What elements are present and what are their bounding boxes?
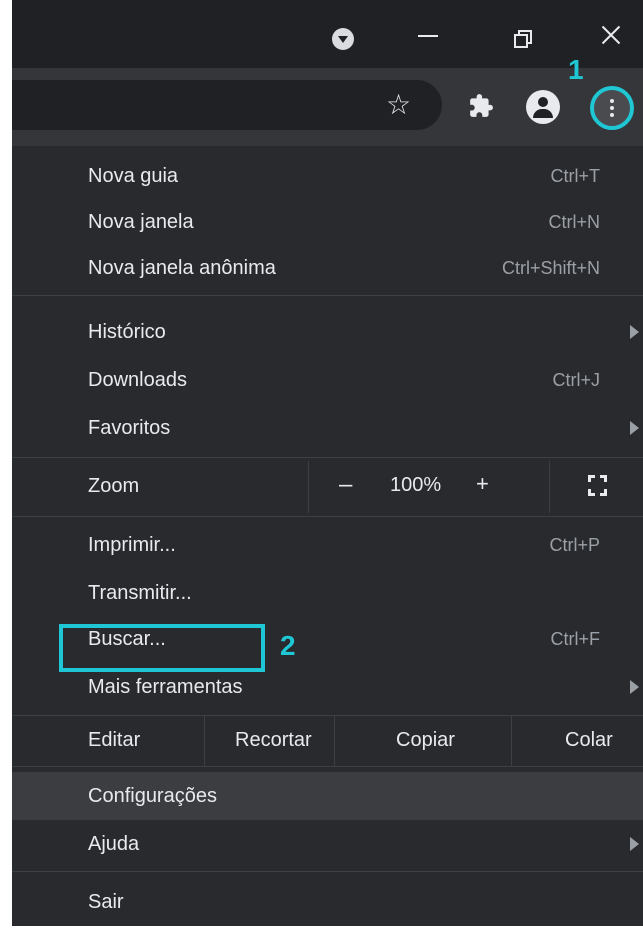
menu-item-label: Nova guia (88, 165, 179, 187)
zoom-row: Zoom – 100% + (12, 461, 643, 513)
menu-item-downloads[interactable]: Downloads Ctrl+J (12, 356, 643, 404)
menu-item-shortcut: Ctrl+F (550, 629, 601, 649)
submenu-arrow-icon (630, 325, 639, 339)
menu-item-label: Sair (88, 891, 124, 913)
close-icon[interactable] (591, 18, 631, 52)
address-bar[interactable]: ☆ (12, 80, 442, 130)
annotation-step-1: 1 (568, 54, 584, 85)
submenu-arrow-icon (630, 421, 639, 435)
copy-button[interactable]: Copiar (334, 715, 511, 767)
menu-item-favoritos[interactable]: Favoritos (12, 404, 643, 452)
edit-label: Editar (88, 729, 141, 751)
menu-item-label: Imprimir... (88, 534, 176, 556)
menu-separator (12, 766, 643, 767)
menu-item-label: Configurações (88, 785, 217, 807)
annotation-step-2: 2 (280, 630, 296, 661)
menu-item-shortcut: Ctrl+N (548, 212, 600, 232)
menu-item-shortcut: Ctrl+J (552, 370, 600, 390)
menu-item-nova-guia[interactable]: Nova guia Ctrl+T (12, 152, 643, 200)
menu-item-label: Nova janela (88, 211, 194, 233)
restore-icon[interactable] (503, 18, 543, 52)
copy-button-label: Copiar (396, 729, 455, 751)
menu-item-label: Downloads (88, 369, 187, 391)
cut-button-label: Recortar (235, 729, 312, 751)
annotation-highlight-box (59, 624, 265, 672)
extensions-puzzle-icon[interactable] (460, 85, 500, 125)
profile-icon[interactable] (526, 90, 560, 124)
submenu-arrow-icon (630, 837, 639, 851)
menu-item-label: Favoritos (88, 417, 171, 439)
menu-item-historico[interactable]: Histórico (12, 308, 643, 356)
menu-item-ajuda[interactable]: Ajuda (12, 820, 643, 868)
menu-item-imprimir[interactable]: Imprimir... Ctrl+P (12, 521, 643, 569)
menu-item-sair[interactable]: Sair (12, 878, 643, 926)
menu-separator (12, 516, 643, 517)
minimize-icon[interactable] (408, 18, 448, 52)
menu-item-nova-janela[interactable]: Nova janela Ctrl+N (12, 198, 643, 246)
paste-button-label: Colar (565, 729, 613, 751)
menu-item-transmitir[interactable]: Transmitir... (12, 569, 643, 617)
menu-item-label: Transmitir... (88, 582, 192, 604)
browser-window: ☆ 1 Nova guia Ctrl+T Nova janela Ctrl+N … (12, 0, 643, 926)
cut-button[interactable]: Recortar (204, 715, 334, 767)
submenu-arrow-icon (630, 680, 639, 694)
menu-kebab-icon[interactable] (590, 86, 634, 130)
menu-item-shortcut: Ctrl+P (549, 535, 600, 555)
menu-item-label: Mais ferramentas (88, 676, 243, 698)
screenshot-frame: ☆ 1 Nova guia Ctrl+T Nova janela Ctrl+N … (0, 0, 643, 934)
zoom-minus-label: – (339, 471, 353, 498)
menu-item-label: Nova janela anônima (88, 257, 276, 279)
menu-separator (12, 457, 643, 458)
menu-separator (12, 295, 643, 296)
tab-search-icon[interactable] (332, 28, 354, 50)
menu-separator (12, 871, 643, 872)
fullscreen-icon[interactable] (549, 461, 643, 513)
title-bar (12, 0, 643, 68)
zoom-in-button[interactable]: + (476, 471, 489, 497)
menu-item-label: Ajuda (88, 833, 140, 855)
zoom-level: 100% (390, 474, 442, 496)
edit-row: Editar Recortar Copiar Colar (12, 715, 643, 767)
browser-toolbar: ☆ (12, 68, 643, 146)
menu-item-nova-janela-anonima[interactable]: Nova janela anônima Ctrl+Shift+N (12, 244, 643, 292)
menu-item-configuracoes[interactable]: Configurações (12, 772, 643, 820)
star-icon[interactable]: ☆ (386, 90, 411, 120)
zoom-label: Zoom (88, 475, 140, 497)
menu-item-shortcut: Ctrl+Shift+N (501, 258, 600, 278)
menu-item-shortcut: Ctrl+T (550, 166, 601, 186)
chrome-main-menu: Nova guia Ctrl+T Nova janela Ctrl+N Nova… (12, 146, 643, 926)
paste-button[interactable]: Colar (511, 715, 643, 767)
menu-item-label: Histórico (88, 321, 166, 343)
